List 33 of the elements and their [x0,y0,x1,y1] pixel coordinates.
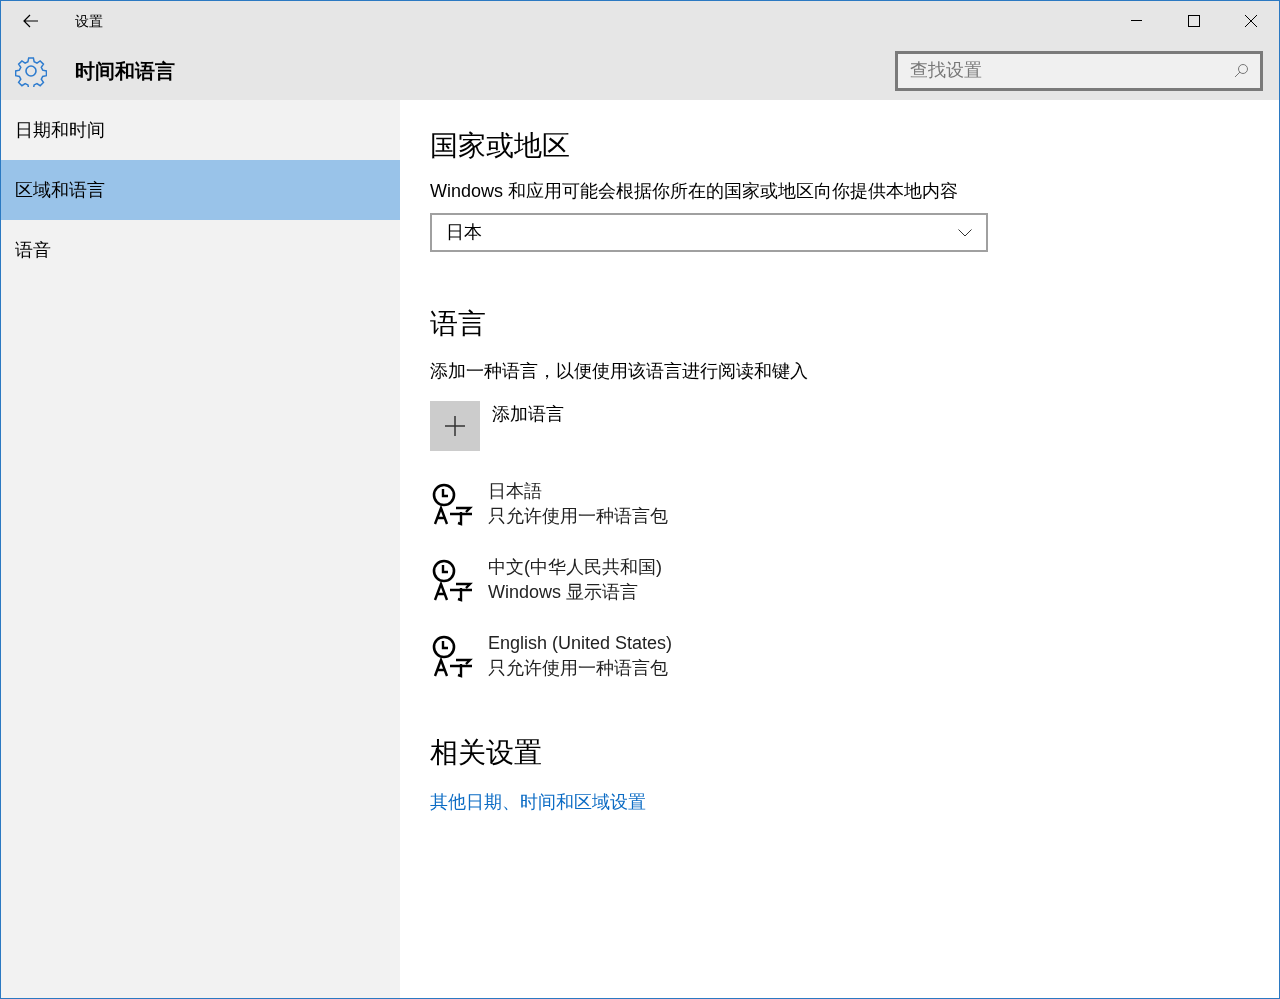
dropdown-value: 日本 [446,221,483,244]
chevron-down-icon [958,228,972,237]
add-language-label[interactable]: 添加语言 [492,401,564,428]
language-icon [430,558,474,602]
plus-icon [445,416,465,436]
minimize-icon [1131,20,1142,22]
search-field[interactable]: 查找设置 [895,50,1263,91]
settings-link[interactable]: 其他日期、时间和区域设置 [430,789,646,816]
language-icon [430,482,474,526]
section-heading: 相关设置 [430,736,543,770]
maximize-icon [1187,15,1200,27]
settings-icon [15,54,47,87]
sidebar-item[interactable]: 语音 [1,220,400,280]
language-name[interactable]: 中文(中华人民共和国) [488,555,662,580]
language-icon [430,634,474,678]
section-heading: 国家或地区 [430,129,571,163]
add-language-button[interactable] [430,401,480,451]
sidebar-item[interactable]: 日期和时间 [1,100,400,160]
language-detail: 只允许使用一种语言包 [488,505,668,528]
section-description: Windows 和应用可能会根据你所在的国家或地区向你提供本地内容 [430,180,960,203]
language-name[interactable]: 日本語 [488,479,668,504]
language-name[interactable]: English (United States) [488,631,673,656]
section-description: 添加一种语言，以便使用该语言进行阅读和键入 [430,360,809,383]
sidebar-item[interactable]: 区域和语言 [1,160,400,220]
language-detail: 只允许使用一种语言包 [488,657,669,680]
search-icon [1234,62,1249,78]
window-title: 设置 [75,11,103,31]
page-title: 时间和语言 [75,58,175,84]
country-dropdown[interactable]: 日本 [430,213,988,252]
language-detail: Windows 显示语言 [488,581,640,604]
close-icon [1244,15,1257,27]
back-arrow-icon [23,14,39,28]
section-heading: 语言 [430,307,487,341]
